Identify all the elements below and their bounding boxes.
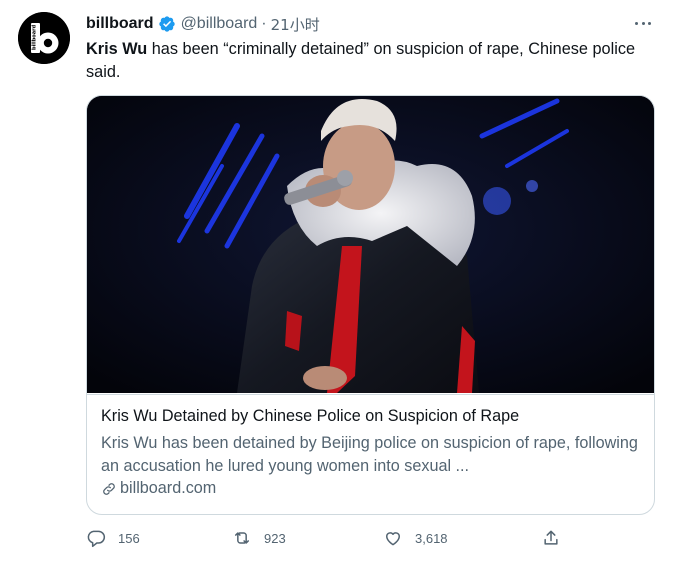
separator: · xyxy=(261,15,267,32)
like-icon xyxy=(386,532,400,546)
reply-icon xyxy=(87,530,106,548)
more-icon[interactable] xyxy=(632,16,654,30)
retweet-icon xyxy=(235,532,249,544)
share-button[interactable] xyxy=(541,528,561,548)
handle[interactable]: @billboard xyxy=(181,15,258,33)
tweet: billboard billboard @billboard · 21小时 Kr… xyxy=(0,0,683,564)
tweet-text-bold: Kris Wu xyxy=(86,40,148,58)
verified-badge-icon xyxy=(158,16,175,32)
card-description: Kris Wu has been detained by Beijing pol… xyxy=(101,434,638,475)
like-button[interactable]: 3,618 xyxy=(383,528,448,548)
retweet-button[interactable]: 923 xyxy=(232,528,286,548)
link-card[interactable]: Kris Wu Detained by Chinese Police on Su… xyxy=(86,95,655,515)
tweet-header: billboard @billboard · 21小时 xyxy=(86,13,320,35)
tweet-text-rest: has been “criminally detained” on suspic… xyxy=(86,40,636,81)
card-body: Kris Wu Detained by Chinese Police on Su… xyxy=(87,394,654,514)
action-bar: 156 923 3,618 xyxy=(86,528,576,552)
tweet-text: Kris Wu has been “criminally detained” o… xyxy=(86,38,656,84)
card-title: Kris Wu Detained by Chinese Police on Su… xyxy=(101,407,520,425)
svg-text:billboard: billboard xyxy=(32,24,38,50)
billboard-logo: billboard xyxy=(18,12,70,64)
avatar[interactable]: billboard xyxy=(18,12,70,64)
card-domain-text: billboard.com xyxy=(120,479,217,497)
card-domain[interactable]: billboard.com xyxy=(101,479,216,498)
display-name[interactable]: billboard xyxy=(86,15,154,33)
card-image xyxy=(87,96,654,393)
timestamp[interactable]: 21小时 xyxy=(271,14,320,35)
reply-button[interactable]: 156 xyxy=(86,528,140,548)
retweet-count: 923 xyxy=(264,530,286,546)
link-icon xyxy=(103,482,115,495)
like-count: 3,618 xyxy=(415,530,448,546)
share-icon xyxy=(544,530,558,545)
reply-count: 156 xyxy=(118,530,140,546)
